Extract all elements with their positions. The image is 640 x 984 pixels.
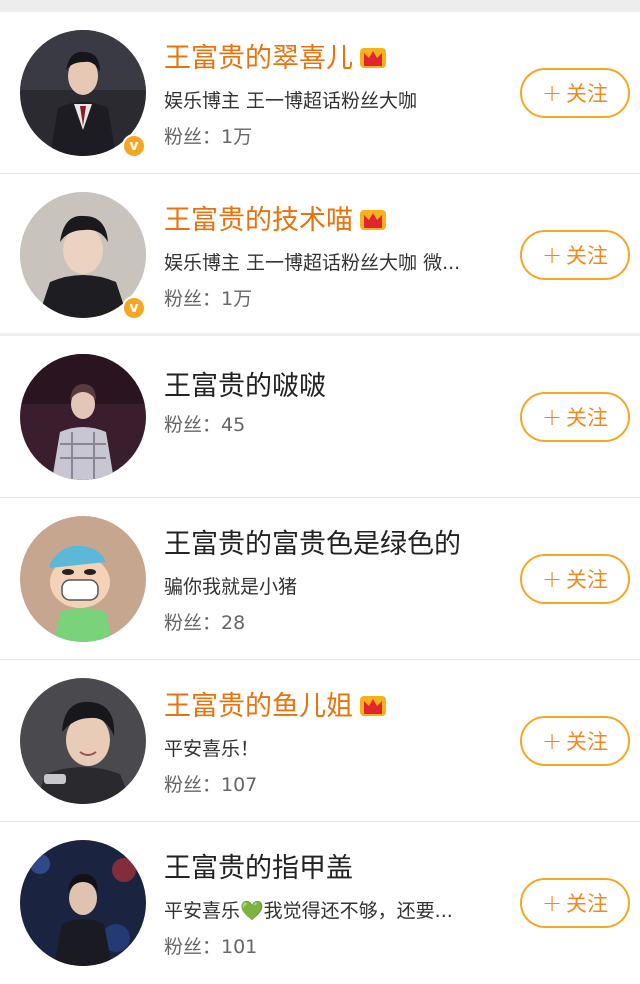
fans-count: 粉丝：101	[164, 936, 258, 958]
verified-badge-icon: v	[122, 134, 146, 158]
plus-icon: +	[541, 565, 563, 593]
user-row[interactable]: 王富贵的指甲盖 平安喜乐💚我觉得还不够，还要... 粉丝：101 + 关注	[0, 822, 640, 984]
plus-icon: +	[541, 889, 563, 917]
user-description: 平安喜乐💚我觉得还不够，还要...	[164, 900, 453, 922]
vip-crown-icon	[359, 206, 387, 232]
plus-icon: +	[541, 241, 563, 269]
plus-icon: +	[541, 403, 563, 431]
fans-count: 粉丝：28	[164, 612, 246, 634]
user-row[interactable]: v 王富贵的翠喜儿 娱乐博主 王一博超话粉丝大咖 粉丝：1万 + 关注	[0, 12, 640, 174]
user-name[interactable]: 王富贵的啵啵	[164, 370, 326, 404]
fans-count: 粉丝：107	[164, 774, 258, 796]
verified-badge-icon: v	[122, 296, 146, 320]
user-name[interactable]: 王富贵的翠喜儿	[164, 42, 387, 76]
follow-button[interactable]: + 关注	[520, 230, 630, 280]
user-row[interactable]: 王富贵的鱼儿姐 平安喜乐！ 粉丝：107 + 关注	[0, 660, 640, 822]
user-row[interactable]: 王富贵的富贵色是绿色的 骗你我就是小猪 粉丝：28 + 关注	[0, 498, 640, 660]
user-description: 娱乐博主 王一博超话粉丝大咖 微...	[164, 252, 461, 274]
vip-crown-icon	[359, 692, 387, 718]
user-name[interactable]: 王富贵的鱼儿姐	[164, 690, 387, 724]
user-avatar[interactable]	[20, 516, 146, 642]
user-row[interactable]: v 王富贵的技术喵 娱乐博主 王一博超话粉丝大咖 微... 粉丝：1万 + 关注	[0, 174, 640, 336]
fans-count: 粉丝：45	[164, 414, 246, 436]
user-description: 平安喜乐！	[164, 738, 260, 760]
user-row[interactable]: 王富贵的啵啵 粉丝：45 + 关注	[0, 336, 640, 498]
user-name[interactable]: 王富贵的技术喵	[164, 204, 387, 238]
user-description: 娱乐博主 王一博超话粉丝大咖	[164, 90, 418, 112]
top-divider-bar	[0, 0, 640, 12]
plus-icon: +	[541, 727, 563, 755]
user-list: v 王富贵的翠喜儿 娱乐博主 王一博超话粉丝大咖 粉丝：1万 + 关注 v 王富贵…	[0, 12, 640, 984]
fans-count: 粉丝：1万	[164, 288, 253, 310]
plus-icon: +	[541, 79, 563, 107]
user-name[interactable]: 王富贵的指甲盖	[164, 852, 353, 886]
follow-button[interactable]: + 关注	[520, 68, 630, 118]
user-avatar[interactable]	[20, 840, 146, 966]
user-description: 骗你我就是小猪	[164, 576, 298, 598]
follow-button[interactable]: + 关注	[520, 554, 630, 604]
user-name[interactable]: 王富贵的富贵色是绿色的	[164, 528, 461, 562]
follow-button[interactable]: + 关注	[520, 392, 630, 442]
follow-button[interactable]: + 关注	[520, 878, 630, 928]
vip-crown-icon	[359, 44, 387, 70]
fans-count: 粉丝：1万	[164, 126, 253, 148]
follow-button[interactable]: + 关注	[520, 716, 630, 766]
user-avatar[interactable]	[20, 354, 146, 480]
user-avatar[interactable]	[20, 678, 146, 804]
